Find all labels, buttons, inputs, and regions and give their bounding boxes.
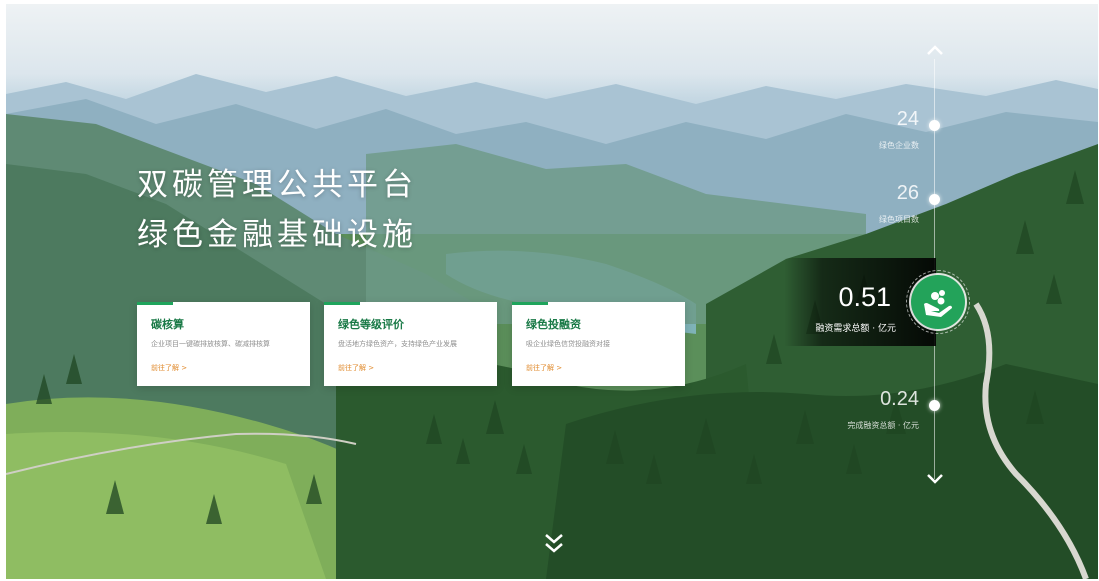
hero-title-line-2: 绿色金融基础设施 [137, 217, 417, 253]
double-chevron-down-icon[interactable] [543, 532, 563, 557]
card-title: 绿色等级评价 [338, 318, 404, 331]
chevron-up-icon[interactable] [926, 44, 944, 61]
card-title: 碳核算 [151, 318, 184, 331]
timeline-dot[interactable] [929, 400, 940, 411]
money-hand-icon[interactable] [911, 275, 965, 329]
card-learn-more-link[interactable]: 前往了解 > [151, 363, 187, 373]
active-stat-value: 0.51 [838, 282, 891, 312]
timeline-label: 完成融资总额 · 亿元 [847, 421, 919, 430]
card-green-rating[interactable]: 绿色等级评价 盘活地方绿色资产，支持绿色产业发展 前往了解 > [324, 302, 497, 386]
timeline-dot[interactable] [929, 194, 940, 205]
timeline-dot[interactable] [929, 120, 940, 131]
card-carbon-accounting[interactable]: 碳核算 企业项目一键碳排放核算、碳减排核算 前往了解 > [137, 302, 310, 386]
card-description: 盘活地方绿色资产，支持绿色产业发展 [338, 340, 457, 348]
card-accent-bar [137, 302, 173, 305]
timeline-label: 绿色企业数 [879, 141, 919, 150]
hero-banner: 双碳管理公共平台 绿色金融基础设施 碳核算 企业项目一键碳排放核算、碳减排核算 … [6, 4, 1098, 579]
hero-title-line-1: 双碳管理公共平台 [137, 167, 417, 203]
timeline-value: 0.24 [880, 388, 919, 410]
timeline-label: 绿色项目数 [879, 215, 919, 224]
arrow-down-icon[interactable] [926, 470, 944, 489]
timeline-value: 24 [896, 108, 919, 130]
card-title: 绿色投融资 [526, 318, 581, 331]
active-stat-label: 融资需求总额 · 亿元 [815, 324, 896, 334]
card-accent-bar [324, 302, 360, 305]
card-description: 吸企业绿色信贷投融资对接 [526, 340, 610, 348]
card-accent-bar [512, 302, 548, 305]
card-description: 企业项目一键碳排放核算、碳减排核算 [151, 340, 270, 348]
timeline-value: 26 [896, 182, 919, 204]
hero-title: 双碳管理公共平台 绿色金融基础设施 [137, 160, 417, 260]
card-learn-more-link[interactable]: 前往了解 > [526, 363, 562, 373]
card-green-investment[interactable]: 绿色投融资 吸企业绿色信贷投融资对接 前往了解 > [512, 302, 685, 386]
card-learn-more-link[interactable]: 前往了解 > [338, 363, 374, 373]
